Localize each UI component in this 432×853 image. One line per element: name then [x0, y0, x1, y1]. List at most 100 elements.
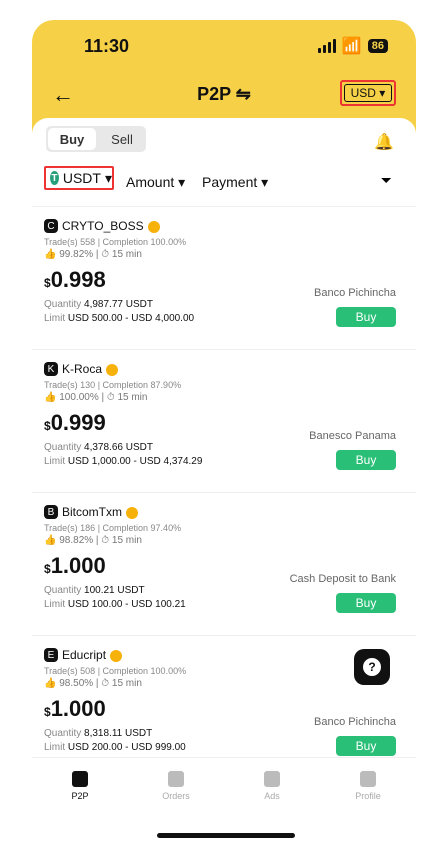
quantity-value: 4,378.66 USDT	[84, 442, 153, 453]
orders-icon	[168, 771, 184, 787]
quantity-value: 4,987.77 USDT	[84, 299, 153, 310]
price-value: 0.999	[50, 410, 106, 435]
tether-icon: T	[50, 171, 59, 185]
payment-filter-label: Payment	[202, 174, 258, 190]
currency-selector[interactable]: USD ▾	[340, 80, 396, 106]
quantity-value: 100.21 USDT	[84, 585, 145, 596]
currency-selector-label: USD ▾	[343, 84, 393, 102]
limit: Limit USD 100.00 - USD 100.21	[44, 599, 186, 610]
help-icon[interactable]: ?	[354, 649, 390, 685]
wifi-icon: 📶	[341, 38, 362, 55]
asset-filter-label: USDT	[62, 170, 101, 186]
merchant-name-label: BitcomTxm	[62, 505, 122, 519]
verified-icon	[106, 363, 119, 376]
bottom-navigation: P2P Orders Ads Profile	[32, 757, 416, 814]
asset-filter[interactable]: T USDT ▾	[44, 166, 114, 190]
sell-tab[interactable]: Sell	[98, 126, 146, 152]
buy-button[interactable]: Buy	[336, 736, 396, 756]
price: $0.999	[44, 410, 106, 435]
quantity: Quantity 100.21 USDT	[44, 585, 145, 596]
home-indicator[interactable]	[157, 833, 295, 838]
status-time: 11:30	[84, 36, 130, 56]
avatar: E	[44, 648, 58, 662]
price-value: 1.000	[50, 696, 106, 721]
nav-bar: ← P2P ⇋ USD ▾	[32, 76, 416, 116]
tab-profile[interactable]: Profile	[320, 758, 416, 814]
tab-orders[interactable]: Orders	[128, 758, 224, 814]
merchant-name[interactable]: CRYTO_BOSS	[62, 219, 160, 233]
status-icons: 📶 86	[317, 36, 388, 56]
avatar: B	[44, 505, 58, 519]
profile-icon	[360, 771, 376, 787]
payment-method: Cash Deposit to Bank	[289, 573, 396, 585]
quantity: Quantity 8,318.11 USDT	[44, 728, 153, 739]
payment-method: Banco Pichincha	[314, 716, 396, 728]
filter-funnel-icon[interactable]: ⏷	[381, 172, 392, 189]
merchant-name-label: CRYTO_BOSS	[62, 219, 144, 233]
verified-icon	[126, 506, 138, 519]
buy-tab[interactable]: Buy	[48, 128, 96, 150]
amount-filter-label: Amount	[126, 174, 175, 190]
avatar: K	[44, 362, 58, 376]
price: $1.000	[44, 696, 106, 721]
payment-filter[interactable]: Payment ▾	[202, 174, 268, 191]
limit: Limit USD 1,000.00 - USD 4,374.29	[44, 456, 203, 467]
avatar: C	[44, 219, 58, 233]
offer-row[interactable]: B BitcomTxm Trade(s) 186 | Completion 97…	[32, 492, 416, 635]
quantity: Quantity 4,987.77 USDT	[44, 299, 153, 310]
quantity-value: 8,318.11 USDT	[84, 728, 153, 739]
trade-stats: Trade(s) 558 | Completion 100.00%	[44, 237, 187, 247]
payment-method: Banco Pichincha	[314, 287, 396, 299]
trade-stats: Trade(s) 130 | Completion 87.90%	[44, 380, 182, 390]
tab-label: P2P	[71, 791, 89, 801]
limit: Limit USD 200.00 - USD 999.00	[44, 742, 186, 753]
chevron-down-icon: ▾	[104, 169, 112, 186]
merchant-name[interactable]: K-Roca	[62, 362, 119, 376]
rating-stats: 👍 100.00% | ⏱ 15 min	[44, 392, 148, 403]
buy-button[interactable]: Buy	[336, 450, 396, 470]
rating-stats: 👍 99.82% | ⏱ 15 min	[44, 249, 142, 260]
quantity: Quantity 4,378.66 USDT	[44, 442, 153, 453]
rating-stats: 👍 98.82% | ⏱ 15 min	[44, 535, 142, 546]
verified-icon	[147, 220, 160, 233]
price: $1.000	[44, 553, 106, 578]
notification-bell-icon[interactable]: 🔔	[374, 132, 394, 152]
limit-value: USD 500.00 - USD 4,000.00	[67, 313, 195, 324]
merchant-name[interactable]: BitcomTxm	[62, 505, 138, 519]
limit: Limit USD 500.00 - USD 4,000.00	[44, 313, 195, 324]
payment-method: Banesco Panama	[309, 430, 396, 442]
offer-row[interactable]: K K-Roca Trade(s) 130 | Completion 87.90…	[32, 349, 416, 492]
rating-stats: 👍 98.50% | ⏱ 15 min	[44, 678, 142, 689]
signal-icon	[317, 39, 336, 53]
p2p-icon	[72, 771, 88, 787]
amount-filter[interactable]: Amount ▾	[126, 174, 185, 191]
verified-icon	[110, 649, 123, 662]
tab-label: Ads	[264, 791, 280, 801]
tab-ads[interactable]: Ads	[224, 758, 320, 814]
offer-row[interactable]: C CRYTO_BOSS Trade(s) 558 | Completion 1…	[32, 206, 416, 349]
price-value: 0.998	[50, 267, 106, 292]
limit-value: USD 100.00 - USD 100.21	[67, 599, 186, 610]
filter-bar: T USDT ▾ Amount ▾ Payment ▾ ⏷	[44, 166, 404, 196]
question-mark-icon: ?	[363, 658, 381, 676]
content-card: Buy Sell 🔔 T USDT ▾ Amount ▾ Payment ▾ ⏷ …	[32, 118, 416, 848]
ads-icon	[264, 771, 280, 787]
tab-label: Orders	[162, 791, 190, 801]
trade-stats: Trade(s) 508 | Completion 100.00%	[44, 666, 187, 676]
merchant-name[interactable]: Educript	[62, 648, 123, 662]
battery-icon: 86	[367, 39, 388, 53]
merchant-name-label: Educript	[62, 648, 107, 662]
buy-button[interactable]: Buy	[336, 593, 396, 613]
trade-stats: Trade(s) 186 | Completion 97.40%	[44, 523, 182, 533]
merchant-name-label: K-Roca	[62, 362, 103, 376]
tab-label: Profile	[355, 791, 381, 801]
tab-p2p[interactable]: P2P	[32, 758, 128, 814]
buy-sell-toggle: Buy Sell	[46, 126, 146, 152]
phone-screen: 11:30 📶 86 ← P2P ⇋ USD ▾ Buy Sell 🔔 T US…	[32, 20, 416, 848]
buy-button[interactable]: Buy	[336, 307, 396, 327]
limit-value: USD 1,000.00 - USD 4,374.29	[67, 456, 203, 467]
limit-value: USD 200.00 - USD 999.00	[67, 742, 186, 753]
price-value: 1.000	[50, 553, 106, 578]
offer-list: C CRYTO_BOSS Trade(s) 558 | Completion 1…	[32, 206, 416, 778]
price: $0.998	[44, 267, 106, 292]
